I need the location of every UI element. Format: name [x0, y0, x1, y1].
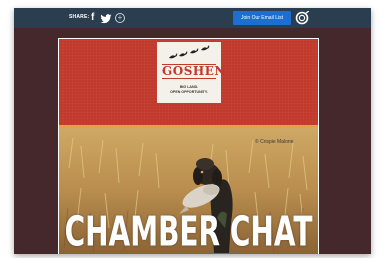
- constant-contact-icon[interactable]: [295, 10, 310, 30]
- more-share-icon[interactable]: +: [115, 13, 125, 23]
- hero-photo: © Crispie Malone CHAMBER CHAT: [59, 128, 318, 254]
- geese-icon: [169, 45, 210, 59]
- newsletter-headline: CHAMBER CHAT: [64, 208, 313, 254]
- twitter-icon[interactable]: [100, 12, 112, 30]
- facebook-icon[interactable]: f: [91, 12, 94, 24]
- share-label: SHARE:: [69, 14, 90, 20]
- join-email-list-button[interactable]: Join Our Email List: [233, 11, 291, 25]
- email-content: GOSHEN BIG LAND. OPEN OPPORTUNITY. © Cri…: [58, 38, 319, 254]
- share-toolbar: SHARE: f + Join Our Email List: [14, 8, 371, 28]
- logo-tagline-line2: OPEN OPPORTUNITY.: [170, 89, 208, 94]
- goshen-logo: GOSHEN BIG LAND. OPEN OPPORTUNITY.: [157, 42, 226, 103]
- logo-wordmark: GOSHEN: [162, 64, 226, 79]
- browser-window: SHARE: f + Join Our Email List GOSHEN BI…: [14, 8, 371, 254]
- header-banner: GOSHEN BIG LAND. OPEN OPPORTUNITY.: [59, 39, 318, 125]
- photo-credit: © Crispie Malone: [255, 139, 294, 145]
- logo-tagline: BIG LAND. OPEN OPPORTUNITY.: [159, 85, 219, 94]
